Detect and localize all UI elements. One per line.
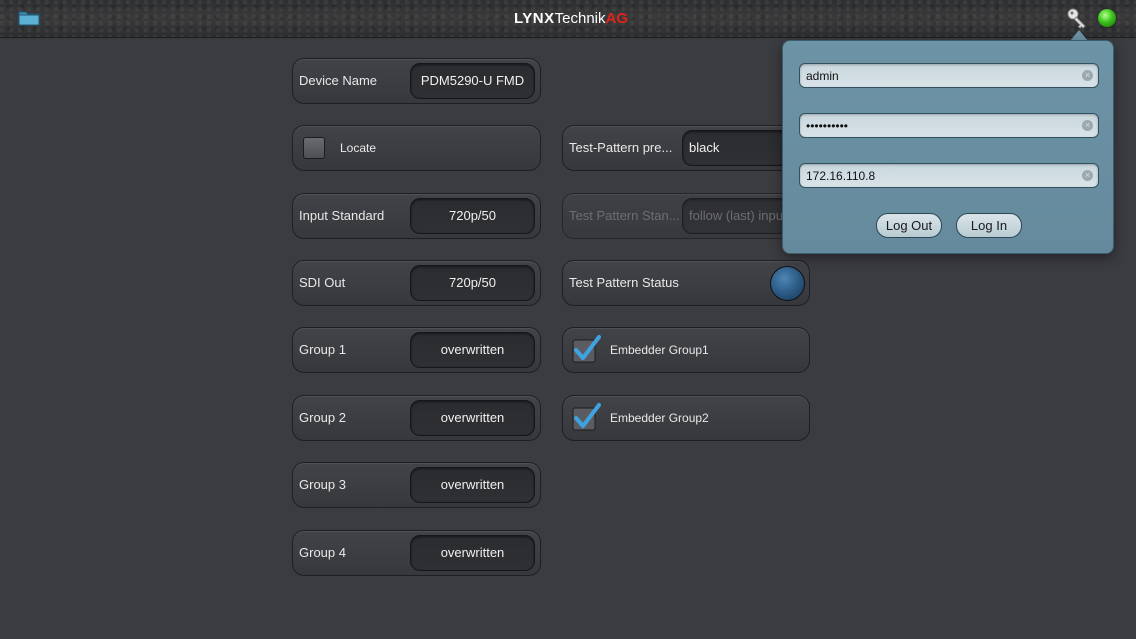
group2-label: Group 2 (299, 410, 346, 425)
locate-checkbox[interactable] (303, 137, 325, 159)
device-name-field[interactable]: PDM5290-U FMD (410, 63, 535, 99)
embedder-group1-checkbox-icon[interactable] (569, 334, 601, 366)
log-out-button[interactable]: Log Out (876, 213, 942, 238)
group3-label: Group 3 (299, 477, 346, 492)
username-input[interactable] (806, 64, 1076, 87)
sdi-out-label: SDI Out (299, 275, 346, 290)
device-name-label: Device Name (299, 73, 378, 88)
app-window: LYNXTechnikAG Device Name PDM5290-U FMD … (0, 0, 1136, 639)
input-standard-label: Input Standard (299, 208, 385, 223)
embedder-group2-label: Embedder Group2 (610, 411, 709, 425)
top-bar: LYNXTechnikAG (0, 0, 1136, 38)
clear-password-icon[interactable]: × (1082, 120, 1093, 131)
device-name-control: Device Name PDM5290-U FMD (292, 58, 541, 104)
test-pattern-status-control: Test Pattern Status (562, 260, 810, 306)
password-field[interactable]: × (799, 113, 1099, 138)
key-icon[interactable] (1066, 7, 1088, 29)
host-input[interactable] (806, 164, 1076, 187)
host-field[interactable]: × (799, 163, 1099, 188)
test-pattern-status-indicator-icon (770, 266, 805, 301)
lynx-logo: LYNXTechnikAG (514, 10, 628, 27)
group2-control: Group 2 overwritten (292, 395, 541, 441)
input-standard-control: Input Standard 720p/50 (292, 193, 541, 239)
logo-ag: AG (605, 10, 629, 27)
locate-label: Locate (340, 141, 377, 155)
clear-host-icon[interactable]: × (1082, 170, 1093, 181)
folder-icon[interactable] (18, 10, 40, 26)
embedder-group1-control[interactable]: Embedder Group1 (562, 327, 810, 373)
group2-value[interactable]: overwritten (410, 400, 535, 436)
logo-lynx: LYNX (514, 10, 555, 27)
sdi-out-control: SDI Out 720p/50 (292, 260, 541, 306)
username-field[interactable]: × (799, 63, 1099, 88)
test-pattern-status-label: Test Pattern Status (569, 275, 679, 290)
group4-label: Group 4 (299, 545, 346, 560)
group4-value[interactable]: overwritten (410, 535, 535, 571)
sdi-out-value[interactable]: 720p/50 (410, 265, 535, 301)
locate-control[interactable]: Locate (292, 125, 541, 171)
test-pattern-preset-label: Test-Pattern pre... (569, 140, 673, 155)
login-popover: × × × Log Out Log In (782, 40, 1114, 254)
group3-control: Group 3 overwritten (292, 462, 541, 508)
group3-value[interactable]: overwritten (410, 467, 535, 503)
logo-technik: Technik (554, 10, 606, 27)
group1-control: Group 1 overwritten (292, 327, 541, 373)
clear-username-icon[interactable]: × (1082, 70, 1093, 81)
embedder-group1-label: Embedder Group1 (610, 343, 709, 357)
input-standard-value[interactable]: 720p/50 (410, 198, 535, 234)
embedder-group2-control[interactable]: Embedder Group2 (562, 395, 810, 441)
test-pattern-standard-control: Test Pattern Stan... follow (last) input (562, 193, 810, 239)
group4-control: Group 4 overwritten (292, 530, 541, 576)
group1-value[interactable]: overwritten (410, 332, 535, 368)
connection-status-led-icon[interactable] (1098, 9, 1116, 27)
test-pattern-standard-label: Test Pattern Stan... (569, 208, 680, 223)
password-input[interactable] (806, 114, 1076, 137)
group1-label: Group 1 (299, 342, 346, 357)
test-pattern-preset-control: Test-Pattern pre... black (562, 125, 810, 171)
log-in-button[interactable]: Log In (956, 213, 1022, 238)
embedder-group2-checkbox-icon[interactable] (569, 402, 601, 434)
